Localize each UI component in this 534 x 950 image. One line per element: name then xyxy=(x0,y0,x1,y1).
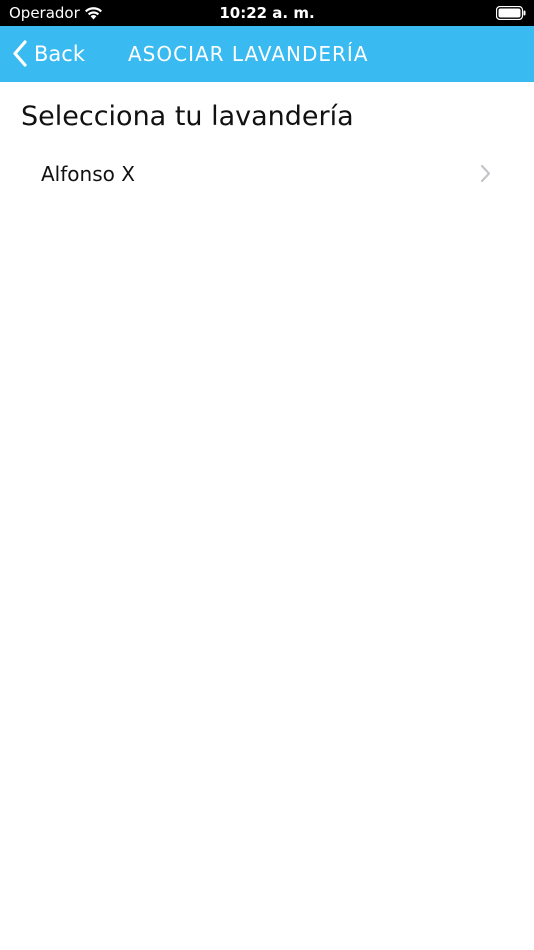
chevron-left-icon xyxy=(13,40,27,67)
page-title: ASOCIAR LAVANDERÍA xyxy=(128,42,369,66)
back-label: Back xyxy=(34,42,85,66)
list-item[interactable]: Alfonso X xyxy=(0,148,534,200)
battery-icon xyxy=(496,6,526,20)
list-item-label: Alfonso X xyxy=(41,162,135,186)
status-bar: Operador 10:22 a. m. xyxy=(0,0,534,26)
section-title: Selecciona tu lavandería xyxy=(21,101,354,132)
navigation-bar: Back ASOCIAR LAVANDERÍA xyxy=(0,26,534,82)
laundry-list: Alfonso X xyxy=(0,148,534,200)
clock: 10:22 a. m. xyxy=(219,4,315,22)
chevron-right-icon xyxy=(480,164,491,183)
back-button[interactable]: Back xyxy=(8,26,104,82)
